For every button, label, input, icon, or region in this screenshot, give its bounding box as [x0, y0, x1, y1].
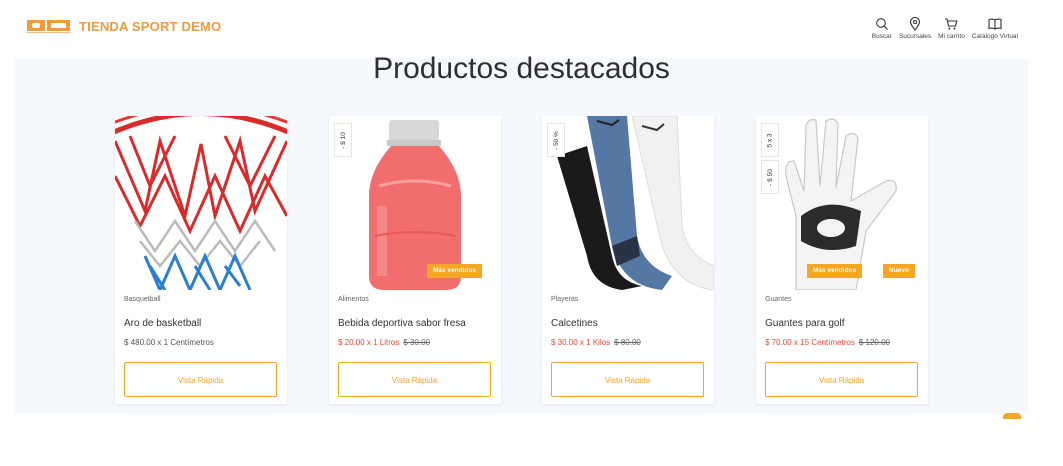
- promo-badge: 5 x 3: [761, 123, 779, 157]
- product-category: Alimentos: [338, 296, 369, 303]
- quick-view-button[interactable]: Vista Rápida: [551, 362, 704, 397]
- header-nav: Buscar Sucursales Mi carrito Catálogo Vi…: [872, 17, 1018, 40]
- nav-branches[interactable]: Sucursales: [899, 17, 931, 40]
- featured-products-section: Productos destacados Basquetball Aro de …: [15, 52, 1028, 414]
- product-name[interactable]: Calcetines: [551, 318, 598, 329]
- old-price: $ 80.00: [614, 338, 641, 347]
- quick-view-button[interactable]: Vista Rápida: [338, 362, 491, 397]
- product-category: Basquetball: [124, 296, 161, 303]
- product-category: Playeras: [551, 296, 579, 303]
- discount-badge: - $ 10: [334, 123, 352, 157]
- product-card-drink[interactable]: - $ 10 Más vendidos Alimentos Bebida dep…: [329, 116, 501, 404]
- quick-view-button[interactable]: Vista Rápida: [124, 362, 277, 397]
- nav-search[interactable]: Buscar: [872, 17, 892, 40]
- nav-label: Mi carrito: [938, 33, 965, 40]
- scroll-to-top-button[interactable]: [1003, 413, 1021, 419]
- nav-catalog[interactable]: Catálogo Virtual: [972, 17, 1018, 40]
- product-category: Guantes: [765, 296, 792, 303]
- product-price: $ 480.00 x 1 Centímetros: [124, 338, 214, 347]
- product-price: $ 20.00 x 1 Litros $ 30.00: [338, 338, 430, 347]
- discount-badge: - 50 %: [547, 123, 565, 157]
- best-seller-tag: Más vendidos: [427, 264, 482, 278]
- product-card-socks[interactable]: - 50 % Playeras Calcetines $ 30.00 x 1 K…: [542, 116, 714, 404]
- nav-cart[interactable]: Mi carrito: [938, 17, 965, 40]
- socks-image: [542, 116, 714, 290]
- current-price: $ 30.00 x 1 Kilos: [551, 338, 611, 347]
- nav-label: Buscar: [871, 33, 892, 40]
- new-tag: Nuevo: [883, 264, 915, 278]
- search-icon: [875, 18, 888, 30]
- product-card-gloves[interactable]: 5 x 3 - $ 50 Más vendidos Nuevo Guantes …: [756, 116, 928, 404]
- product-name[interactable]: Bebida deportiva sabor fresa: [338, 318, 466, 329]
- book-icon: [988, 18, 1002, 30]
- top-navigation-bar: TIENDA SPORT DEMO Buscar Sucursales Mi c…: [0, 0, 1040, 58]
- product-image[interactable]: [542, 116, 714, 290]
- discount-badge: - $ 50: [761, 160, 779, 194]
- section-title: Productos destacados: [373, 52, 670, 85]
- brand-logo[interactable]: TIENDA SPORT DEMO: [27, 19, 221, 34]
- basketball-hoop-image: [115, 116, 287, 290]
- product-name[interactable]: Aro de basketball: [124, 318, 201, 329]
- quick-view-button[interactable]: Vista Rápida: [765, 362, 918, 397]
- current-price: $ 70.00 x 15 Centímetros: [765, 338, 855, 347]
- old-price: $ 30.00: [403, 338, 431, 347]
- product-price: $ 30.00 x 1 Kilos $ 80.00: [551, 338, 641, 347]
- product-price: $ 70.00 x 15 Centímetros $ 120.00: [765, 338, 890, 347]
- old-price: $ 120.00: [858, 338, 890, 347]
- current-price: $ 480.00 x 1 Centímetros: [124, 338, 214, 347]
- cart-icon: [945, 18, 958, 30]
- nav-label: Catálogo Virtual: [971, 33, 1018, 40]
- location-pin-icon: [909, 17, 921, 31]
- nav-label: Sucursales: [898, 33, 932, 40]
- product-card-hoop[interactable]: Basquetball Aro de basketball $ 480.00 x…: [115, 116, 287, 404]
- logo-icon: [27, 19, 71, 34]
- product-image[interactable]: [115, 116, 287, 290]
- best-seller-tag: Más vendidos: [807, 264, 862, 278]
- brand-name: TIENDA SPORT DEMO: [79, 19, 222, 34]
- product-name[interactable]: Guantes para golf: [765, 318, 845, 329]
- current-price: $ 20.00 x 1 Litros: [338, 338, 400, 347]
